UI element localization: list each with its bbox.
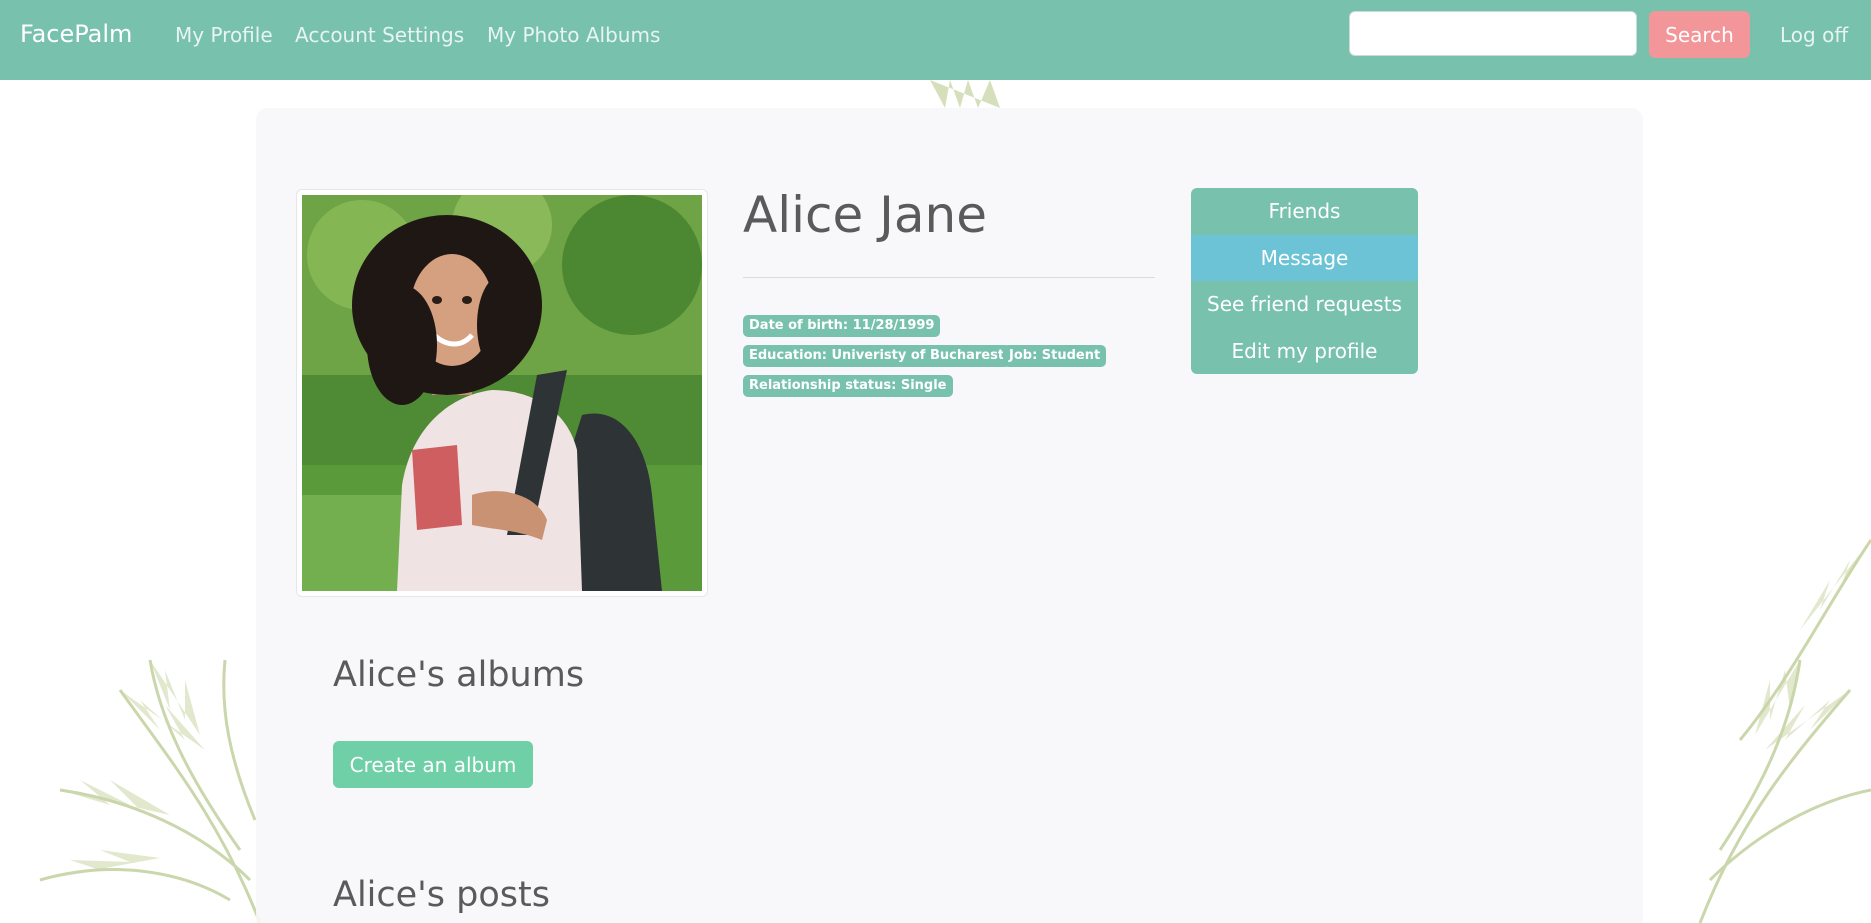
relationship-status-badge: Relationship status: Single	[743, 375, 953, 397]
name-divider	[743, 277, 1155, 278]
profile-photo-frame	[296, 189, 708, 597]
edit-my-profile-button[interactable]: Edit my profile	[1191, 327, 1418, 374]
profile-actions-group: Friends Message See friend requests Edit…	[1191, 188, 1418, 374]
job-badge: Job: Student	[1003, 345, 1107, 367]
see-friend-requests-button[interactable]: See friend requests	[1191, 281, 1418, 328]
albums-heading: Alice's albums	[333, 655, 585, 695]
nav-link-my-photo-albums[interactable]: My Photo Albums	[487, 23, 660, 47]
brand-logo-link[interactable]: FacePalm	[20, 20, 132, 48]
log-off-link[interactable]: Log off	[1780, 23, 1848, 47]
message-button[interactable]: Message	[1191, 234, 1418, 281]
top-navbar: FacePalm My Profile Account Settings My …	[0, 0, 1871, 80]
profile-photo-image	[302, 195, 702, 591]
search-button[interactable]: Search	[1649, 11, 1750, 58]
nav-link-my-profile[interactable]: My Profile	[175, 23, 273, 47]
nav-link-account-settings[interactable]: Account Settings	[295, 23, 464, 47]
friends-button[interactable]: Friends	[1191, 188, 1418, 235]
education-badge: Education: Univeristy of Bucharest	[743, 345, 1011, 367]
profile-name-heading: Alice Jane	[743, 186, 987, 244]
posts-heading: Alice's posts	[333, 875, 550, 915]
create-album-button[interactable]: Create an album	[333, 741, 533, 788]
search-input[interactable]	[1349, 11, 1637, 56]
date-of-birth-badge: Date of birth: 11/28/1999	[743, 315, 941, 337]
